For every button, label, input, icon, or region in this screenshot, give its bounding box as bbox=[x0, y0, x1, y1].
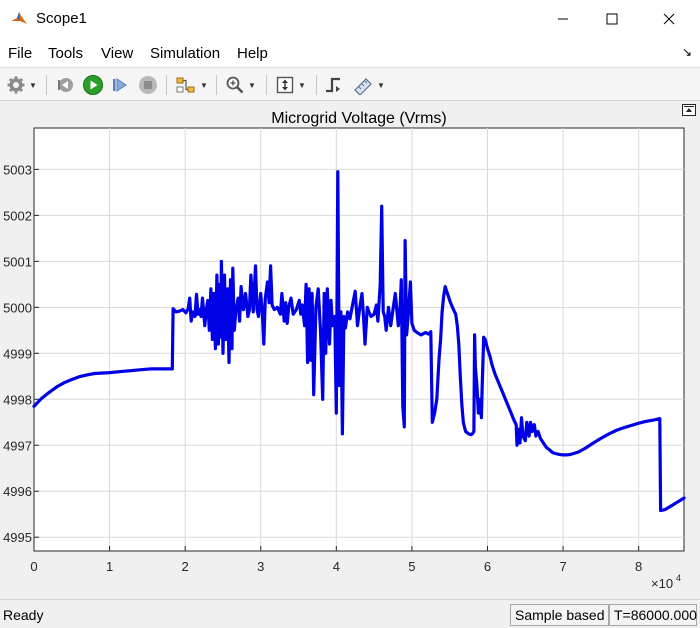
plot-background[interactable] bbox=[33, 127, 685, 552]
status-ready: Ready bbox=[3, 607, 44, 623]
y-tick-label: 5001 bbox=[3, 254, 32, 269]
chevron-down-icon: ▼ bbox=[377, 80, 385, 90]
menu-bar: File Tools View Simulation Help ↘ bbox=[0, 38, 700, 68]
x-tick-label: 4 bbox=[333, 559, 340, 574]
step-forward-button[interactable] bbox=[110, 74, 130, 96]
maximize-button[interactable] bbox=[589, 0, 635, 38]
fit-axes-button[interactable]: ▼ bbox=[275, 74, 306, 96]
measurements-icon bbox=[354, 78, 372, 95]
trigger-icon bbox=[326, 77, 340, 93]
toolbar: ▼ ▼ ▼ ▼ ▼ bbox=[0, 69, 700, 101]
stop-icon bbox=[139, 76, 157, 94]
y-tick-label: 5002 bbox=[3, 208, 32, 223]
x-axis-exponent-power: 4 bbox=[676, 573, 681, 583]
zoom-button[interactable]: ▼ bbox=[225, 74, 256, 96]
window-title: Scope1 bbox=[36, 10, 87, 27]
toolbar-divider bbox=[316, 75, 317, 95]
gear-icon bbox=[7, 76, 25, 94]
menu-help[interactable]: Help bbox=[237, 45, 268, 62]
y-tick-label: 4998 bbox=[3, 392, 32, 407]
y-tick-label: 4996 bbox=[3, 484, 32, 499]
trigger-button[interactable] bbox=[324, 74, 344, 96]
status-bar: Ready Sample based T=86000.000 bbox=[0, 599, 700, 628]
x-axis-exponent: ×10 bbox=[651, 576, 673, 591]
y-tick-label: 5003 bbox=[3, 162, 32, 177]
matlab-logo-icon bbox=[11, 12, 27, 24]
measurements-button[interactable]: ▼ bbox=[352, 74, 385, 96]
run-button[interactable] bbox=[82, 74, 104, 96]
x-tick-label: 1 bbox=[106, 559, 113, 574]
x-tick-label: 8 bbox=[635, 559, 642, 574]
simulation-time: T=86000.000 bbox=[609, 604, 697, 626]
configuration-button[interactable]: ▼ bbox=[6, 74, 37, 96]
toolbar-divider bbox=[266, 75, 267, 95]
close-icon bbox=[663, 13, 675, 25]
scope-plot-area: Microgrid Voltage (Vrms) 0 1 2 3 4 5 6 7 8 4995 49… bbox=[0, 102, 700, 599]
menu-simulation[interactable]: Simulation bbox=[150, 45, 220, 62]
y-tick-label: 5000 bbox=[3, 300, 32, 315]
minimize-icon bbox=[558, 18, 568, 20]
x-tick-label: 7 bbox=[559, 559, 566, 574]
chart-title: Microgrid Voltage (Vrms) bbox=[271, 110, 446, 127]
x-tick-label: 5 bbox=[408, 559, 415, 574]
toolbar-divider bbox=[216, 75, 217, 95]
close-button[interactable] bbox=[646, 0, 692, 38]
y-tick-label: 4999 bbox=[3, 346, 32, 361]
chevron-down-icon: ▼ bbox=[248, 80, 256, 90]
menu-file[interactable]: File bbox=[8, 45, 32, 62]
signal-select-button[interactable]: ▼ bbox=[175, 74, 208, 96]
maximize-icon bbox=[606, 13, 618, 25]
chevron-down-icon: ▼ bbox=[29, 80, 37, 90]
step-back-button[interactable] bbox=[55, 74, 75, 96]
menu-tools[interactable]: Tools bbox=[48, 45, 83, 62]
stop-button[interactable] bbox=[138, 74, 158, 96]
zoom-icon bbox=[226, 76, 244, 94]
fit-axes-icon bbox=[276, 76, 294, 94]
undock-legend-icon[interactable] bbox=[682, 104, 696, 116]
x-tick-label: 3 bbox=[257, 559, 264, 574]
chevron-down-icon: ▼ bbox=[298, 80, 306, 90]
y-tick-label: 4997 bbox=[3, 438, 32, 453]
x-tick-label: 0 bbox=[30, 559, 37, 574]
signal-select-icon bbox=[176, 77, 195, 93]
run-icon bbox=[83, 75, 103, 95]
menu-view[interactable]: View bbox=[101, 45, 133, 62]
sample-mode-indicator: Sample based bbox=[510, 604, 609, 626]
x-tick-label: 6 bbox=[484, 559, 491, 574]
x-tick-label: 2 bbox=[182, 559, 189, 574]
chevron-down-icon: ▼ bbox=[200, 80, 208, 90]
step-forward-icon bbox=[113, 78, 127, 92]
dock-arrow-icon[interactable]: ↘ bbox=[682, 45, 692, 59]
step-back-icon bbox=[58, 78, 73, 92]
title-bar: Scope1 bbox=[0, 0, 700, 38]
minimize-button[interactable] bbox=[540, 0, 586, 38]
toolbar-divider bbox=[46, 75, 47, 95]
voltage-chart: Microgrid Voltage (Vrms) 0 1 2 3 4 5 6 7 8 4995 49… bbox=[3, 110, 686, 591]
toolbar-divider bbox=[166, 75, 167, 95]
y-tick-label: 4995 bbox=[3, 530, 32, 545]
